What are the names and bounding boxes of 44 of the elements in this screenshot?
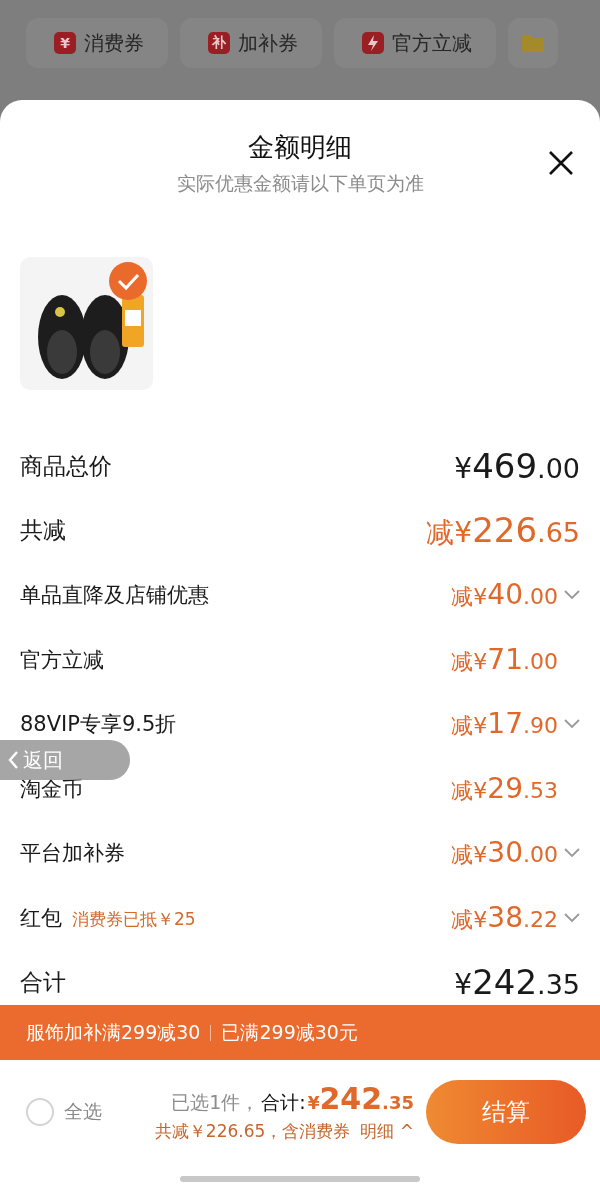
folder-icon (522, 33, 544, 53)
selected-count: 已选1件， (171, 1090, 260, 1115)
discount-amount: 减¥30.00 (451, 836, 558, 871)
promo-status: 已满299减30元 (221, 1019, 358, 1045)
sheet-title: 金额明细 (248, 131, 352, 164)
coupon-tab[interactable]: ¥ 消费券 (26, 18, 168, 68)
checkout-button[interactable]: 结算 (426, 1080, 586, 1144)
row-label: 合计 (20, 967, 66, 997)
back-button[interactable]: 返回 (0, 740, 130, 780)
chevron-down-icon[interactable] (564, 848, 580, 859)
chevron-down-icon[interactable] (564, 912, 580, 923)
price-amount: ¥242.35 (454, 962, 580, 1003)
row-label: 88VIP专享9.5折 (20, 711, 177, 739)
row-label: 单品直降及店铺优惠 (20, 582, 209, 610)
close-icon[interactable] (548, 150, 574, 176)
discount-amount: 减¥40.00 (451, 578, 558, 613)
chevron-left-icon (8, 751, 19, 769)
row-label: 平台加补券 (20, 840, 125, 868)
coupon-tab[interactable]: 官方立减 (334, 18, 496, 68)
price-amount: ¥469.00 (454, 446, 580, 487)
lightning-icon (362, 32, 384, 54)
total-amount: ¥242.35 (307, 1081, 414, 1116)
coupon-icon: ¥ (54, 32, 76, 54)
discount-amount: 减¥29.53 (451, 771, 558, 806)
select-all-label[interactable]: 全选 (64, 1099, 102, 1125)
discount-amount: 减¥38.22 (451, 900, 558, 935)
chevron-down-icon[interactable] (564, 590, 580, 601)
saving-note: 共减￥226.65，含消费券 (154, 1120, 351, 1143)
promo-text: 服饰加补满299减30 (26, 1019, 201, 1045)
chevron-down-icon[interactable] (564, 719, 580, 730)
row-label: 官方立减 (20, 646, 104, 674)
sheet-subtitle: 实际优惠金额请以下单页为准 (176, 171, 424, 196)
row-label: 红包 (20, 904, 62, 932)
row-label: 商品总价 (20, 451, 112, 481)
details-link[interactable]: 明细 ^ (360, 1120, 414, 1143)
total-label: 合计: (261, 1090, 306, 1115)
discount-amount: 减¥226.65 (426, 509, 580, 552)
coupon-icon: 补 (208, 32, 230, 54)
row-label: 共减 (20, 516, 66, 546)
coupon-tab[interactable]: 补 加补券 (180, 18, 322, 68)
row-note: 消费券已抵￥25 (72, 907, 196, 931)
discount-amount: 减¥71.00 (451, 642, 558, 677)
discount-amount: 减¥17.90 (451, 707, 558, 742)
radio-circle[interactable] (26, 1098, 54, 1126)
